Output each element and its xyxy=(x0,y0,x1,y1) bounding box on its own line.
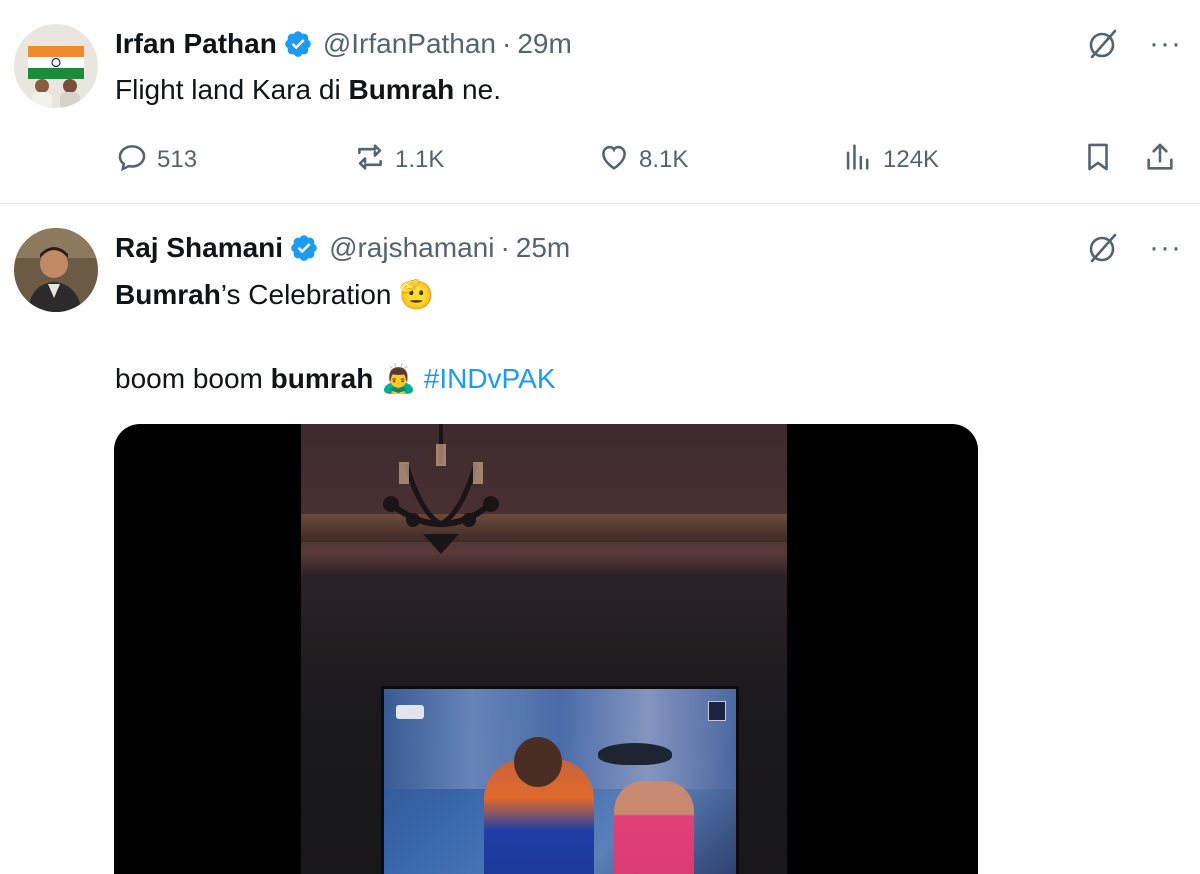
tweet-text-bold: Bumrah xyxy=(115,279,221,310)
views-button[interactable]: 124K xyxy=(841,138,939,182)
chandelier-image xyxy=(383,424,499,554)
user-handle[interactable]: @IrfanPathan xyxy=(323,28,496,60)
more-icon[interactable]: ··· xyxy=(1149,230,1182,266)
tweet-text-part: Flight land Kara di xyxy=(115,74,349,105)
display-name[interactable]: Raj Shamani xyxy=(115,232,283,264)
views-icon xyxy=(841,140,883,181)
tweet-text-line-1: Bumrah’s Celebration 🫡 xyxy=(115,278,434,311)
user-handle[interactable]: @rajshamani xyxy=(329,232,494,264)
more-icon[interactable]: ··· xyxy=(1149,26,1182,62)
avatar[interactable] xyxy=(14,228,98,312)
umpire-figure xyxy=(614,781,694,874)
reply-button[interactable]: 513 xyxy=(115,138,197,182)
tweet-irfan-pathan[interactable]: Irfan Pathan @IrfanPathan · 29m ··· Flig… xyxy=(0,0,1200,204)
verified-badge-icon[interactable] xyxy=(283,29,313,59)
separator-dot: · xyxy=(500,232,510,263)
share-icon xyxy=(1143,140,1185,181)
bowing-emoji: 🙇‍♂️ xyxy=(373,363,424,394)
repost-icon xyxy=(353,140,395,181)
bookmark-icon xyxy=(1081,140,1123,181)
share-button[interactable] xyxy=(1143,138,1185,182)
video-frame xyxy=(301,424,787,874)
tweet-top-actions: ··· xyxy=(1085,230,1182,266)
score-badge xyxy=(708,701,726,721)
hashtag-link[interactable]: #INDvPAK xyxy=(424,363,556,394)
tweet-text-part: ne. xyxy=(454,74,501,105)
like-count: 8.1K xyxy=(639,146,689,173)
separator-dot: · xyxy=(502,28,512,59)
umpire-hat xyxy=(598,743,672,765)
like-button[interactable]: 8.1K xyxy=(597,138,688,182)
tweet-text-bold: bumrah xyxy=(270,363,374,394)
tweet-action-bar: 513 1.1K 8.1K 124K xyxy=(115,138,1185,182)
grok-icon[interactable] xyxy=(1085,230,1121,266)
display-name[interactable]: Irfan Pathan xyxy=(115,28,277,60)
video-player[interactable] xyxy=(114,424,978,874)
views-count: 124K xyxy=(883,146,940,173)
tweet-text-part: ’s Celebration xyxy=(220,279,400,310)
reply-icon xyxy=(115,140,157,181)
reply-count: 513 xyxy=(157,146,198,173)
tweet-header: Irfan Pathan @IrfanPathan · 29m xyxy=(115,24,572,64)
player-head xyxy=(514,737,562,787)
tweet-text-part: boom boom xyxy=(115,363,271,394)
grok-icon[interactable] xyxy=(1085,26,1121,62)
broadcast-logo xyxy=(396,705,424,719)
salute-emoji: 🫡 xyxy=(399,279,435,310)
tweet-text-line-2: boom boom bumrah 🙇‍♂️ #INDvPAK xyxy=(115,362,556,395)
tv-screen xyxy=(381,686,739,874)
avatar[interactable] xyxy=(14,24,98,108)
timestamp[interactable]: 25m xyxy=(516,232,570,264)
tweet-text: Flight land Kara di Bumrah ne. xyxy=(115,74,501,106)
verified-badge-icon[interactable] xyxy=(289,233,319,263)
like-icon xyxy=(597,140,639,181)
tweet-top-actions: ··· xyxy=(1085,26,1182,62)
repost-button[interactable]: 1.1K xyxy=(353,138,444,182)
repost-count: 1.1K xyxy=(395,146,445,173)
timestamp[interactable]: 29m xyxy=(517,28,571,60)
tweet-header: Raj Shamani @rajshamani · 25m xyxy=(115,228,570,268)
bookmark-button[interactable] xyxy=(1081,138,1123,182)
tweet-text-bold: Bumrah xyxy=(348,74,455,105)
